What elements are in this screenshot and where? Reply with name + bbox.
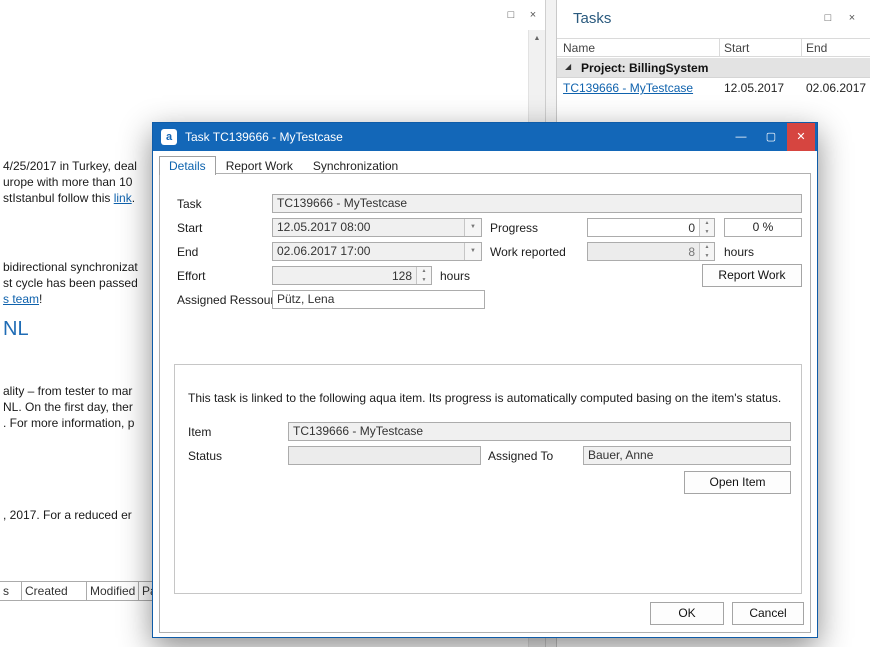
work-reported-unit: hours: [724, 245, 754, 260]
spin-buttons[interactable]: ▲ ▼: [416, 267, 431, 284]
effort-stepper[interactable]: 128 ▲ ▼: [272, 266, 432, 285]
tasks-panel-title: Tasks: [573, 10, 611, 27]
task-field[interactable]: TC139666 - MyTestcase: [272, 194, 802, 213]
grid-column-header[interactable]: s: [0, 582, 22, 600]
status-label: Status: [188, 449, 222, 464]
assigned-resource-field[interactable]: Pütz, Lena: [272, 290, 485, 309]
end-label: End: [177, 245, 198, 260]
table-row[interactable]: TC139666 - MyTestcase 12.05.2017 02.06.2…: [557, 80, 870, 98]
team-hyperlink[interactable]: s team: [3, 292, 39, 306]
tab-details[interactable]: Details: [159, 156, 216, 175]
text-line: . For more information, p: [3, 415, 134, 431]
close-icon[interactable]: ×: [525, 7, 541, 23]
assigned-resource-label: Assigned Ressource: [177, 293, 287, 308]
maximize-icon[interactable]: ▢: [757, 123, 785, 151]
task-end-date: 02.06.2017: [806, 81, 866, 95]
details-tab-page: Task TC139666 - MyTestcase Start 12.05.2…: [159, 173, 811, 633]
dialog-client-area: Details Report Work Synchronization Task…: [153, 151, 817, 637]
section-heading: NL: [3, 318, 29, 341]
tasks-grid-header: Name Start End: [557, 38, 870, 57]
task-dialog: a Task TC139666 - MyTestcase — ▢ ✕ Detai…: [152, 122, 818, 638]
close-icon[interactable]: ×: [844, 10, 860, 26]
column-separator: [801, 39, 802, 56]
text-line: urope with more than 10: [3, 174, 132, 190]
minimize-icon[interactable]: —: [727, 123, 755, 151]
spin-down-icon[interactable]: ▼: [700, 228, 714, 237]
column-header-start[interactable]: Start: [724, 41, 749, 55]
text-fragment: !: [39, 292, 42, 306]
tab-report-work[interactable]: Report Work: [216, 156, 303, 174]
column-header-end[interactable]: End: [806, 41, 827, 55]
group-row-project[interactable]: ◢ Project: BillingSystem: [557, 58, 870, 78]
app-logo-icon: a: [161, 129, 177, 145]
end-date-field[interactable]: 02.06.2017 17:00 ▼: [272, 242, 482, 261]
work-reported-label: Work reported: [490, 245, 566, 260]
spin-down-icon[interactable]: ▼: [417, 276, 431, 285]
text-line: ality – from tester to mar: [3, 383, 132, 399]
open-item-button[interactable]: Open Item: [684, 471, 791, 494]
linked-item-description: This task is linked to the following aqu…: [188, 391, 781, 406]
column-header-name[interactable]: Name: [563, 41, 595, 55]
progress-stepper[interactable]: 0 ▲ ▼: [587, 218, 715, 237]
spin-buttons[interactable]: ▲ ▼: [699, 219, 714, 236]
spin-up-icon[interactable]: ▲: [700, 219, 714, 228]
end-date-value: 02.06.2017 17:00: [277, 244, 370, 258]
desktop: □ × 4/25/2017 in Turkey, deal urope with…: [0, 0, 870, 647]
task-label: Task: [177, 197, 202, 212]
dropdown-icon[interactable]: ▼: [464, 219, 481, 236]
group-expanded-icon[interactable]: ◢: [565, 62, 571, 71]
dropdown-icon[interactable]: ▼: [464, 243, 481, 260]
tab-synchronization[interactable]: Synchronization: [303, 156, 408, 174]
maximize-icon[interactable]: □: [820, 10, 836, 26]
cancel-button[interactable]: Cancel: [732, 602, 804, 625]
report-work-button[interactable]: Report Work: [702, 264, 802, 287]
text-fragment: stIstanbul follow this: [3, 191, 114, 205]
ok-button[interactable]: OK: [650, 602, 724, 625]
text-fragment: .: [132, 191, 135, 205]
spin-up-icon[interactable]: ▲: [417, 267, 431, 276]
tab-strip: Details Report Work Synchronization: [159, 156, 408, 174]
item-field[interactable]: TC139666 - MyTestcase: [288, 422, 791, 441]
status-field[interactable]: [288, 446, 481, 465]
scroll-up-icon[interactable]: ▲: [529, 30, 545, 47]
progress-percent-box: 0 %: [724, 218, 802, 237]
item-label: Item: [188, 425, 211, 440]
grid-column-header[interactable]: Modified: [87, 582, 139, 600]
text-line: s team!: [3, 291, 42, 307]
work-reported-stepper[interactable]: 8 ▲ ▼: [587, 242, 715, 261]
text-line: , 2017. For a reduced er: [3, 507, 132, 523]
progress-value: 0: [588, 219, 699, 236]
dialog-title: Task TC139666 - MyTestcase: [185, 130, 343, 144]
text-line: bidirectional synchronizat: [3, 259, 138, 275]
spin-buttons[interactable]: ▲ ▼: [699, 243, 714, 260]
task-link[interactable]: TC139666 - MyTestcase: [563, 81, 693, 95]
start-label: Start: [177, 221, 202, 236]
column-separator: [719, 39, 720, 56]
grid-column-header[interactable]: Created: [22, 582, 87, 600]
close-icon[interactable]: ✕: [787, 123, 815, 151]
effort-unit: hours: [440, 269, 470, 284]
maximize-icon[interactable]: □: [503, 7, 519, 23]
work-reported-value: 8: [588, 243, 699, 260]
progress-label: Progress: [490, 221, 538, 236]
spin-down-icon[interactable]: ▼: [700, 252, 714, 261]
assigned-to-field[interactable]: Bauer, Anne: [583, 446, 791, 465]
dialog-titlebar[interactable]: a Task TC139666 - MyTestcase — ▢ ✕: [153, 123, 817, 151]
start-date-field[interactable]: 12.05.2017 08:00 ▼: [272, 218, 482, 237]
start-date-value: 12.05.2017 08:00: [277, 220, 370, 234]
hyperlink[interactable]: link: [114, 191, 132, 205]
spin-up-icon[interactable]: ▲: [700, 243, 714, 252]
assigned-to-label: Assigned To: [488, 449, 553, 464]
task-start-date: 12.05.2017: [724, 81, 784, 95]
text-line: stIstanbul follow this link.: [3, 190, 135, 206]
effort-label: Effort: [177, 269, 205, 284]
group-row-label: Project: BillingSystem: [581, 61, 708, 75]
text-line: NL. On the first day, ther: [3, 399, 133, 415]
text-line: st cycle has been passed: [3, 275, 138, 291]
linked-item-groupbox: This task is linked to the following aqu…: [174, 364, 802, 594]
background-window-titlebar: □ ×: [0, 0, 545, 30]
text-line: 4/25/2017 in Turkey, deal: [3, 158, 137, 174]
effort-value: 128: [273, 267, 416, 284]
